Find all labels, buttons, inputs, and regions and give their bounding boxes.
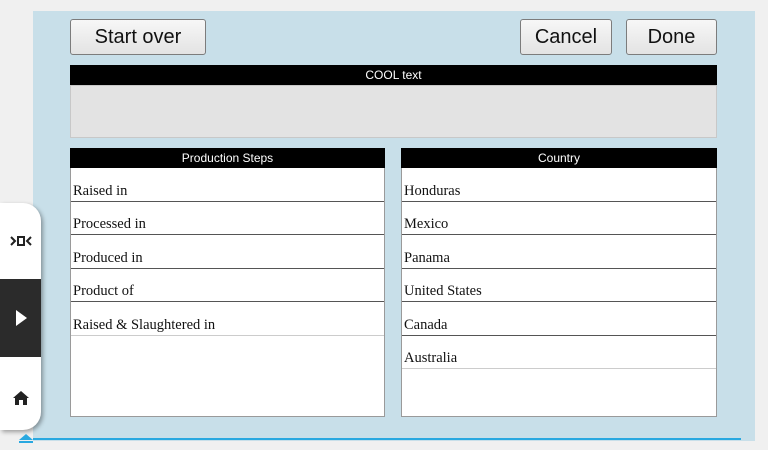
country-list: Honduras Mexico Panama United States Can… xyxy=(401,168,717,417)
production-steps-list: Raised in Processed in Produced in Produ… xyxy=(70,168,385,417)
cool-text-field[interactable] xyxy=(70,85,717,138)
home-icon xyxy=(12,390,29,405)
cool-text-header: COOL text xyxy=(70,65,717,85)
side-toolbar xyxy=(0,203,41,430)
play-icon xyxy=(15,310,27,326)
cancel-button[interactable]: Cancel xyxy=(520,19,612,55)
done-button[interactable]: Done xyxy=(626,19,717,55)
production-step-item[interactable]: Produced in xyxy=(71,235,384,269)
production-step-item[interactable]: Product of xyxy=(71,269,384,302)
expand-up-icon[interactable] xyxy=(18,432,34,444)
country-header: Country xyxy=(401,148,717,168)
production-step-item[interactable]: Processed in xyxy=(71,202,384,235)
country-item[interactable]: Panama xyxy=(402,235,716,269)
country-item[interactable]: Canada xyxy=(402,302,716,336)
country-item[interactable]: Australia xyxy=(402,336,716,369)
country-item[interactable]: Mexico xyxy=(402,202,716,235)
production-steps-header: Production Steps xyxy=(70,148,385,168)
play-button[interactable] xyxy=(0,279,41,357)
country-item[interactable]: United States xyxy=(402,269,716,302)
collapse-arrows-icon xyxy=(9,236,32,246)
collapse-button[interactable] xyxy=(0,203,41,279)
home-button[interactable] xyxy=(0,357,41,430)
bottom-accent-line xyxy=(33,438,741,440)
production-step-item[interactable]: Raised in xyxy=(71,168,384,202)
production-step-item[interactable]: Raised & Slaughtered in xyxy=(71,302,384,336)
country-item[interactable]: Honduras xyxy=(402,168,716,202)
start-over-button[interactable]: Start over xyxy=(70,19,206,55)
